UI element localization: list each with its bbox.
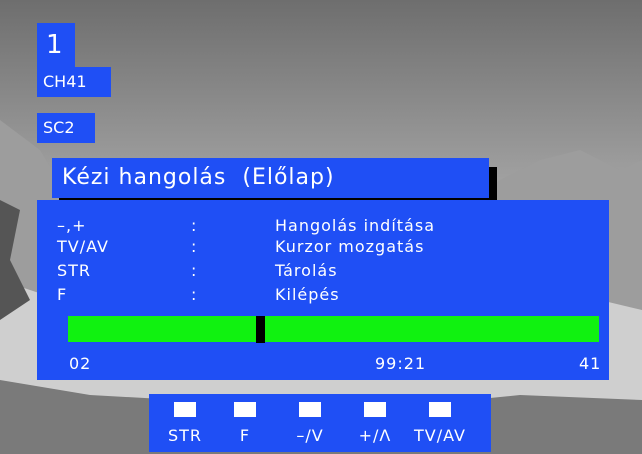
menu-title: Kézi hangolás (Előlap) bbox=[52, 158, 489, 198]
row-description: Kurzor mozgatás bbox=[275, 237, 425, 256]
row-description: Tárolás bbox=[275, 261, 338, 280]
row-separator: : bbox=[191, 237, 198, 256]
row-description: Kilépés bbox=[275, 285, 340, 304]
key-str-button[interactable]: STR bbox=[153, 402, 217, 445]
key-square-icon bbox=[234, 402, 256, 417]
row-separator: : bbox=[191, 285, 198, 304]
key-square-icon bbox=[364, 402, 386, 417]
key-tv-av-button[interactable]: TV/AV bbox=[408, 402, 472, 445]
frequency-label: 99:21 bbox=[375, 354, 427, 373]
channel-name: CH41 bbox=[37, 67, 111, 97]
channel-source: SC2 bbox=[37, 113, 95, 143]
tuning-progress-bar bbox=[68, 316, 599, 343]
key-f-button[interactable]: F bbox=[213, 402, 277, 445]
key-plus-lambda-button[interactable]: +/Λ bbox=[343, 402, 407, 445]
key-square-icon bbox=[299, 402, 321, 417]
key-square-icon bbox=[429, 402, 451, 417]
key-label: TV/AV bbox=[414, 426, 466, 445]
key-label: STR bbox=[167, 426, 203, 445]
key-minus-v-button[interactable]: –/V bbox=[278, 402, 342, 445]
key-legend-bar: STR F –/V +/Λ TV/AV bbox=[149, 394, 491, 452]
key-label: F bbox=[239, 426, 251, 445]
row-key: STR bbox=[57, 261, 92, 280]
row-key: F bbox=[57, 285, 68, 304]
key-square-icon bbox=[174, 402, 196, 417]
row-separator: : bbox=[191, 261, 198, 280]
key-label: –/V bbox=[296, 426, 324, 445]
channel-number: 1 bbox=[37, 23, 75, 67]
tuning-marker[interactable] bbox=[255, 316, 265, 343]
band-label: 02 bbox=[69, 354, 92, 373]
row-key: TV/AV bbox=[57, 237, 109, 256]
row-key: –,+ bbox=[57, 216, 87, 235]
row-separator: : bbox=[191, 216, 198, 235]
key-label: +/Λ bbox=[358, 426, 392, 445]
row-description: Hangolás indítása bbox=[275, 216, 435, 235]
menu-panel: –,+ : Hangolás indítása TV/AV : Kurzor m… bbox=[37, 200, 609, 380]
channel-readout: 41 bbox=[579, 354, 602, 373]
